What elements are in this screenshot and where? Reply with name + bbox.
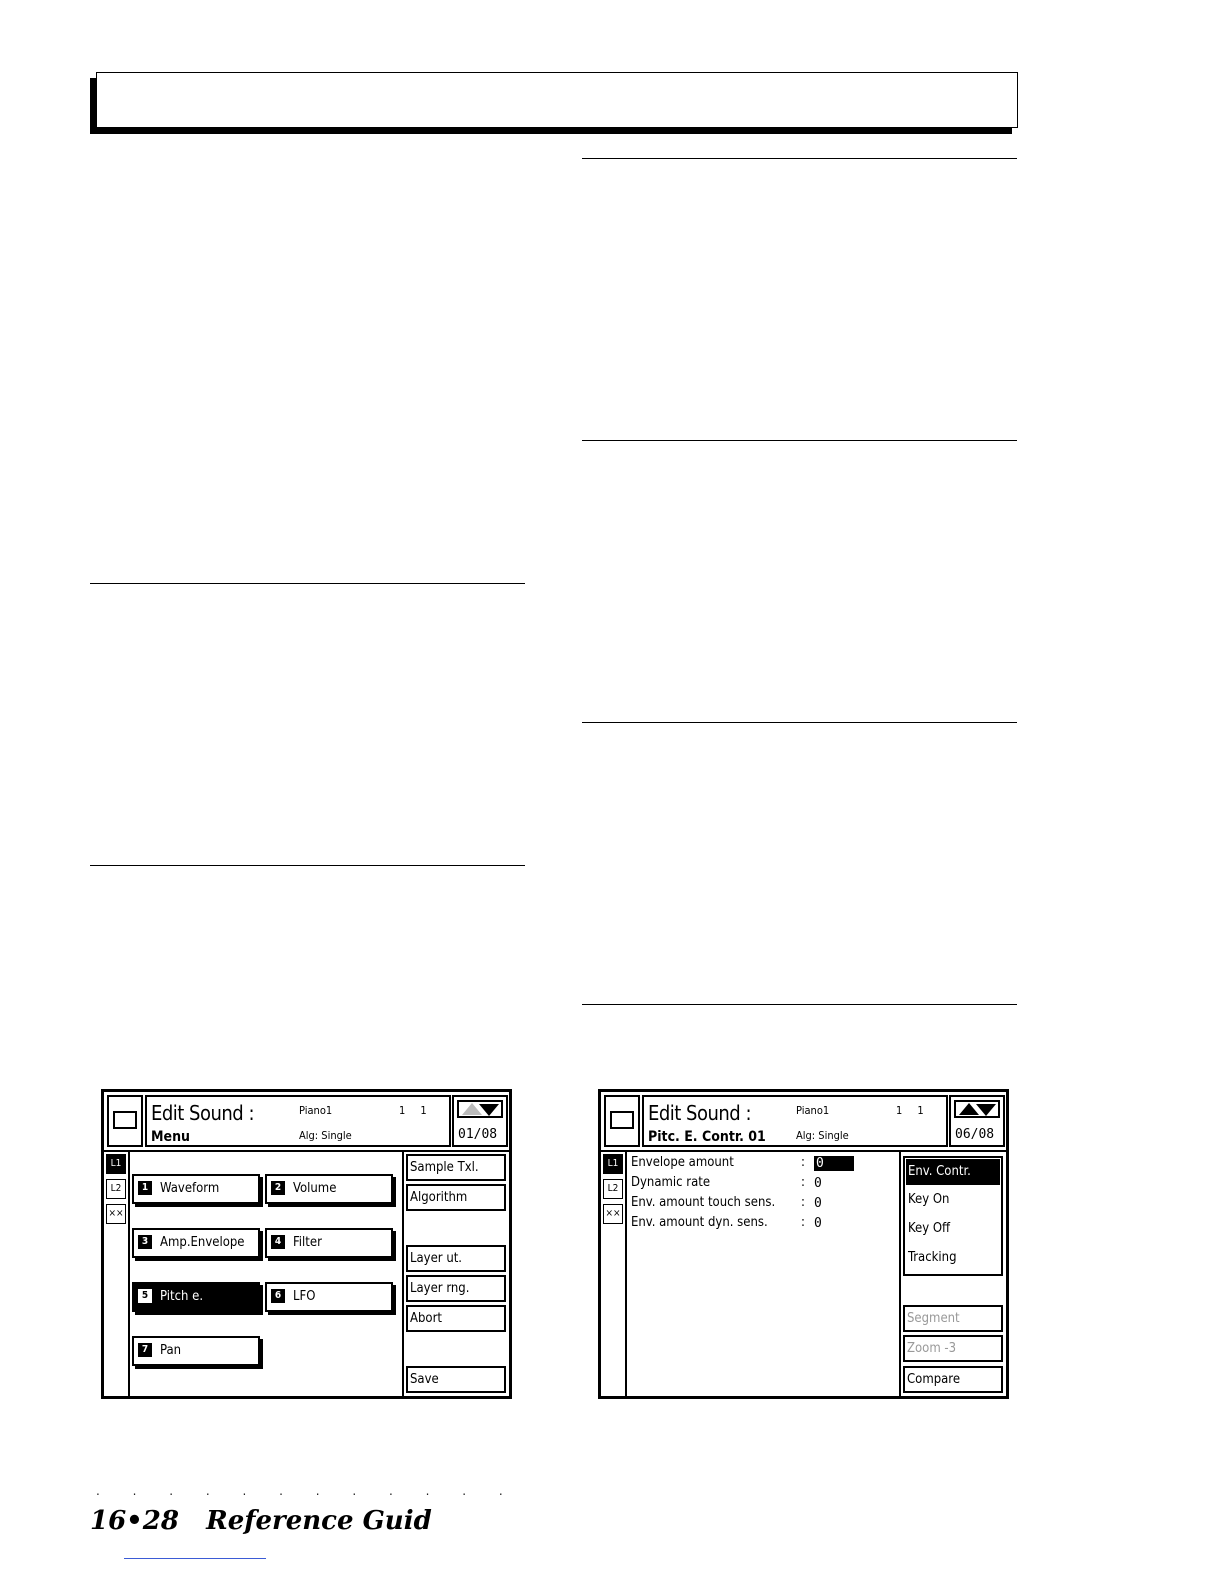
header-divider bbox=[104, 1150, 509, 1152]
sound-numbers: 1 1 bbox=[399, 1104, 427, 1117]
page-selector[interactable]: 01/08 bbox=[452, 1095, 508, 1147]
arrow-down-icon[interactable] bbox=[479, 1104, 499, 1116]
screen-header: Edit Sound : Pitc. E. Contr. 01 Piano1 1… bbox=[642, 1095, 948, 1147]
param-colon: : bbox=[801, 1175, 805, 1190]
chapter-header-bar bbox=[96, 72, 1018, 128]
side-button-layer-ut[interactable]: Layer ut. bbox=[406, 1245, 506, 1272]
param-colon: : bbox=[801, 1155, 805, 1170]
layer-button-l2[interactable]: L2 bbox=[603, 1179, 623, 1199]
submenu-item-tracking[interactable]: Tracking bbox=[906, 1245, 1000, 1271]
layer-button-l2[interactable]: L2 bbox=[106, 1179, 126, 1199]
section-rule bbox=[582, 158, 1017, 159]
footer-link-underline bbox=[124, 1558, 266, 1559]
side-button-segment[interactable]: Segment bbox=[903, 1305, 1003, 1332]
layer-column-divider bbox=[625, 1150, 627, 1396]
page-arrows[interactable] bbox=[954, 1100, 1000, 1118]
screen-subtitle: Menu bbox=[151, 1129, 191, 1145]
section-rule bbox=[582, 1004, 1017, 1005]
section-rule bbox=[90, 865, 525, 866]
param-value-dyn-sens[interactable]: 0 bbox=[814, 1216, 822, 1231]
sound-edit-icon bbox=[604, 1095, 640, 1147]
header-divider bbox=[601, 1150, 1006, 1152]
param-label-dynamic-rate: Dynamic rate bbox=[631, 1175, 711, 1190]
side-column-divider bbox=[402, 1150, 404, 1396]
menu-button-amp-envelope[interactable]: 3 Amp.Envelope bbox=[132, 1228, 260, 1258]
screen-header: Edit Sound : Menu Piano1 1 1 Alg: Single bbox=[145, 1095, 451, 1147]
side-column-divider bbox=[899, 1150, 901, 1396]
sound-name: Piano1 bbox=[299, 1104, 333, 1117]
algorithm-label: Alg: Single bbox=[796, 1129, 849, 1142]
layer-button-xx[interactable]: ×× bbox=[106, 1204, 126, 1224]
screen-title: Edit Sound : bbox=[151, 1101, 255, 1125]
page-number: 01/08 bbox=[458, 1127, 498, 1142]
algorithm-label: Alg: Single bbox=[299, 1129, 352, 1142]
side-button-layer-rng[interactable]: Layer rng. bbox=[406, 1275, 506, 1302]
sound-name: Piano1 bbox=[796, 1104, 830, 1117]
page-arrows[interactable] bbox=[457, 1100, 503, 1118]
screen-subtitle: Pitc. E. Contr. 01 bbox=[648, 1129, 766, 1145]
layer-button-l1[interactable]: L1 bbox=[603, 1154, 623, 1174]
submenu-box: Env. Contr. Key On Key Off Tracking bbox=[903, 1156, 1003, 1276]
page-number: 06/08 bbox=[955, 1127, 995, 1142]
layer-button-xx[interactable]: ×× bbox=[603, 1204, 623, 1224]
param-label-envelope-amount: Envelope amount bbox=[631, 1155, 734, 1170]
section-rule bbox=[582, 722, 1017, 723]
menu-button-pan[interactable]: 7 Pan bbox=[132, 1336, 260, 1366]
menu-button-lfo[interactable]: 6 LFO bbox=[265, 1282, 393, 1312]
menu-button-waveform[interactable]: 1 Waveform bbox=[132, 1174, 260, 1204]
page-selector[interactable]: 06/08 bbox=[949, 1095, 1005, 1147]
submenu-item-env-contr[interactable]: Env. Contr. bbox=[906, 1159, 1000, 1185]
side-button-abort[interactable]: Abort bbox=[406, 1305, 506, 1332]
section-rule bbox=[90, 583, 525, 584]
sound-edit-icon bbox=[107, 1095, 143, 1147]
pitch-envelope-control-screen: Edit Sound : Pitc. E. Contr. 01 Piano1 1… bbox=[598, 1089, 1009, 1399]
param-colon: : bbox=[801, 1215, 805, 1230]
menu-button-pitch-envelope[interactable]: 5 Pitch e. bbox=[132, 1282, 260, 1312]
section-rule bbox=[582, 440, 1017, 441]
side-button-sample-txl[interactable]: Sample Txl. bbox=[406, 1154, 506, 1181]
side-button-algorithm[interactable]: Algorithm bbox=[406, 1184, 506, 1211]
side-button-zoom[interactable]: Zoom -3 bbox=[903, 1335, 1003, 1362]
footer-title: 16•28 Reference Guid bbox=[90, 1506, 432, 1536]
layer-column-divider bbox=[128, 1150, 130, 1396]
sound-numbers: 1 1 bbox=[896, 1104, 924, 1117]
param-label-dyn-sens: Env. amount dyn. sens. bbox=[631, 1215, 768, 1230]
screen-title: Edit Sound : bbox=[648, 1101, 752, 1125]
param-value-dynamic-rate[interactable]: 0 bbox=[814, 1176, 822, 1191]
arrow-down-icon[interactable] bbox=[976, 1104, 996, 1116]
layer-button-l1[interactable]: L1 bbox=[106, 1154, 126, 1174]
guide-title: Reference Guid bbox=[206, 1506, 432, 1536]
footer-dot-leader: . . . . . . . . . . . . . . . . . . . . … bbox=[96, 1484, 526, 1498]
param-value-touch-sens[interactable]: 0 bbox=[814, 1196, 822, 1211]
menu-button-volume[interactable]: 2 Volume bbox=[265, 1174, 393, 1204]
side-button-save[interactable]: Save bbox=[406, 1366, 506, 1393]
menu-button-filter[interactable]: 4 Filter bbox=[265, 1228, 393, 1258]
param-value-envelope-amount[interactable]: 0 bbox=[814, 1156, 854, 1171]
submenu-item-key-on[interactable]: Key On bbox=[906, 1187, 1000, 1213]
side-button-compare[interactable]: Compare bbox=[903, 1366, 1003, 1393]
param-colon: : bbox=[801, 1195, 805, 1210]
submenu-item-key-off[interactable]: Key Off bbox=[906, 1216, 1000, 1242]
edit-sound-menu-screen: Edit Sound : Menu Piano1 1 1 Alg: Single… bbox=[101, 1089, 512, 1399]
page-reference: 16•28 bbox=[90, 1506, 179, 1536]
param-label-touch-sens: Env. amount touch sens. bbox=[631, 1195, 776, 1210]
